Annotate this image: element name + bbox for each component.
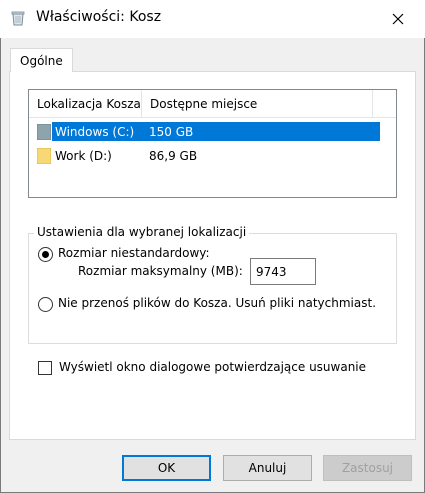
tab-general[interactable]: Ogólne [10,48,73,72]
custom-size-radio[interactable] [38,247,53,262]
window-title: Właściwości: Kosz [36,9,162,25]
available-space: 150 GB [149,124,194,139]
settings-group-label: Ustawienia dla wybranej lokalizacji [34,225,250,239]
recycle-bin-icon [10,10,26,26]
column-separator[interactable] [372,90,373,117]
location-name: Windows (C:) [52,122,138,141]
tab-label: Ogólne [20,53,63,68]
confirm-delete-label[interactable]: Wyświetl okno dialogowe potwierdzające u… [59,360,366,374]
location-name: Work (D:) [55,148,112,163]
apply-button[interactable]: Zastosuj [323,455,412,481]
list-item[interactable]: Windows (C:) 150 GB [36,122,380,141]
folder-icon [36,147,52,165]
list-header: Lokalizacja Kosza Dostępne miejsce [29,90,396,118]
no-recycle-radio[interactable] [38,297,53,312]
max-size-input[interactable]: 9743 [250,258,316,285]
title-bar[interactable]: Właściwości: Kosz [0,0,425,38]
list-item[interactable]: Work (D:) 86,9 GB [36,146,372,165]
available-space: 86,9 GB [149,148,198,163]
max-size-value: 9743 [256,264,287,279]
location-list[interactable]: Lokalizacja Kosza Dostępne miejsce Windo… [28,89,397,198]
close-button[interactable] [381,6,415,32]
cancel-button[interactable]: Anuluj [223,455,312,481]
max-size-label: Rozmiar maksymalny (MB): [78,264,243,278]
drive-icon [36,123,52,141]
confirm-delete-checkbox[interactable] [38,361,52,375]
column-header-space[interactable]: Dostępne miejsce [142,90,372,117]
ok-button[interactable]: OK [122,455,211,481]
no-recycle-label[interactable]: Nie przenoś plików do Kosza. Usuń pliki … [58,296,376,310]
column-header-location[interactable]: Lokalizacja Kosza [29,90,141,117]
close-icon [392,13,404,25]
custom-size-label[interactable]: Rozmiar niestandardowy: [58,246,210,260]
